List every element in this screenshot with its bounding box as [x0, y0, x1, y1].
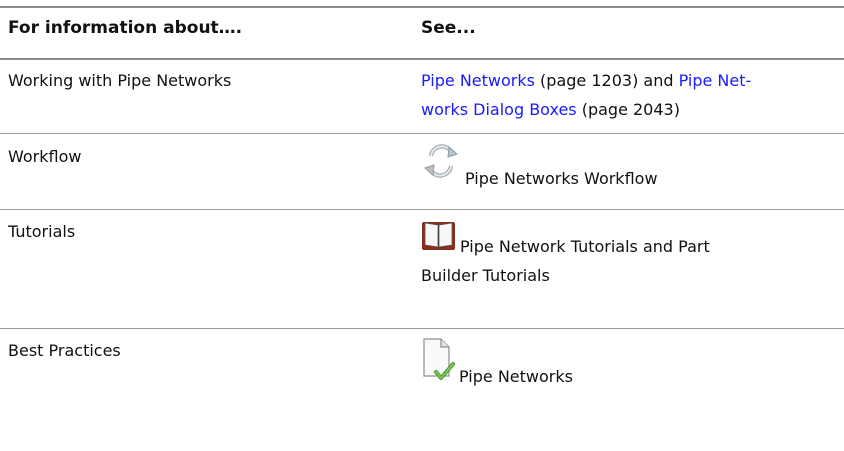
pipe-networks-best-practices-link[interactable]: Pipe Networks — [459, 367, 573, 386]
column-header-see: See... — [421, 18, 476, 38]
pipe-network-tutorials-link-line1[interactable]: Pipe Network Tutorials and Part — [460, 237, 710, 256]
row-rule — [0, 328, 844, 329]
column-header-topic: For information about…. — [8, 18, 243, 38]
header-rule — [0, 58, 844, 60]
row-rule — [0, 133, 844, 134]
row-rule — [0, 209, 844, 210]
row-see-workflow: Pipe Networks Workflow — [421, 140, 826, 193]
pipe-networks-dialog-boxes-link-part1[interactable]: Pipe Net- — [679, 71, 752, 90]
row-see-best-practices: Pipe Networks — [421, 336, 826, 391]
workflow-cycle-icon[interactable] — [421, 140, 461, 193]
page-ref-2043: (page 2043) — [576, 100, 680, 119]
pipe-networks-workflow-link[interactable]: Pipe Networks Workflow — [465, 169, 658, 188]
row-topic-workflow: Workflow — [8, 147, 82, 166]
row-topic-tutorials: Tutorials — [8, 222, 76, 241]
pipe-networks-dialog-boxes-link-part2[interactable]: works Dialog Boxes — [421, 100, 577, 119]
page-ref-1203: (page 1203) and — [534, 71, 679, 90]
tutorial-book-icon[interactable] — [421, 219, 456, 261]
part-builder-tutorials-link-line2[interactable]: Builder Tutorials — [421, 261, 826, 290]
row-see-working-with-pipe-networks: Pipe Networks (page 1203) and Pipe Net- … — [421, 66, 826, 124]
row-topic-best-practices: Best Practices — [8, 341, 121, 360]
table-top-rule — [0, 6, 844, 8]
row-see-tutorials: Pipe Network Tutorials and Part Builder … — [421, 219, 826, 290]
pipe-networks-link[interactable]: Pipe Networks — [421, 71, 535, 90]
row-topic-working-with-pipe-networks: Working with Pipe Networks — [8, 71, 232, 90]
best-practice-document-check-icon[interactable] — [421, 336, 455, 391]
